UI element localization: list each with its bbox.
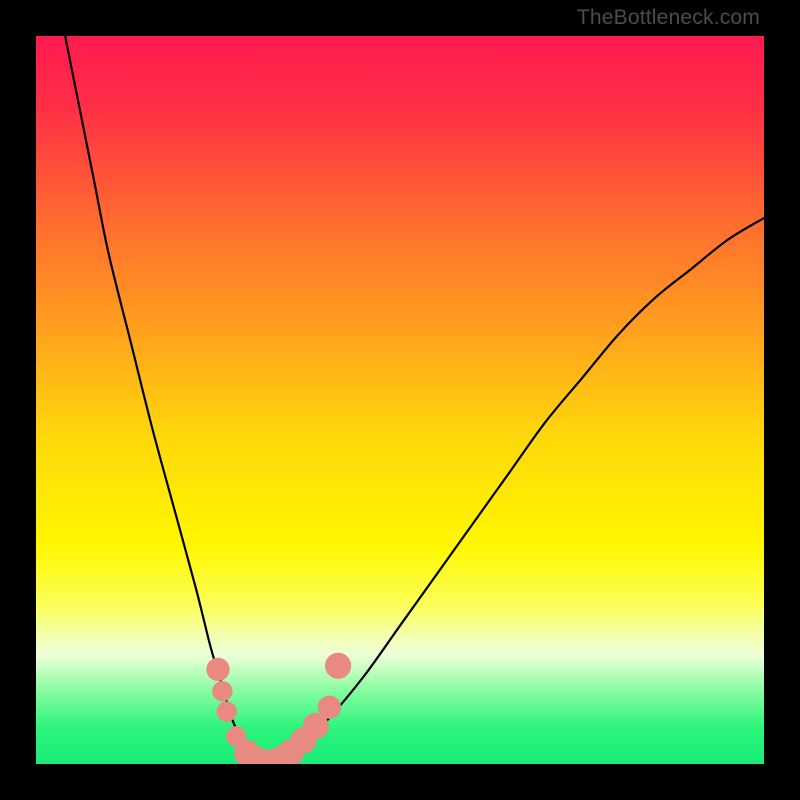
marker-dot [206, 658, 229, 681]
curve-layer [36, 36, 764, 764]
bottleneck-curve [65, 36, 764, 764]
marker-dots [206, 653, 351, 764]
marker-dot [217, 701, 237, 721]
marker-dot [318, 696, 341, 719]
marker-dot [325, 653, 351, 679]
chart-container: TheBottleneck.com [0, 0, 800, 800]
plot-area [36, 36, 764, 764]
marker-dot [212, 681, 232, 701]
watermark-text: TheBottleneck.com [577, 6, 760, 30]
